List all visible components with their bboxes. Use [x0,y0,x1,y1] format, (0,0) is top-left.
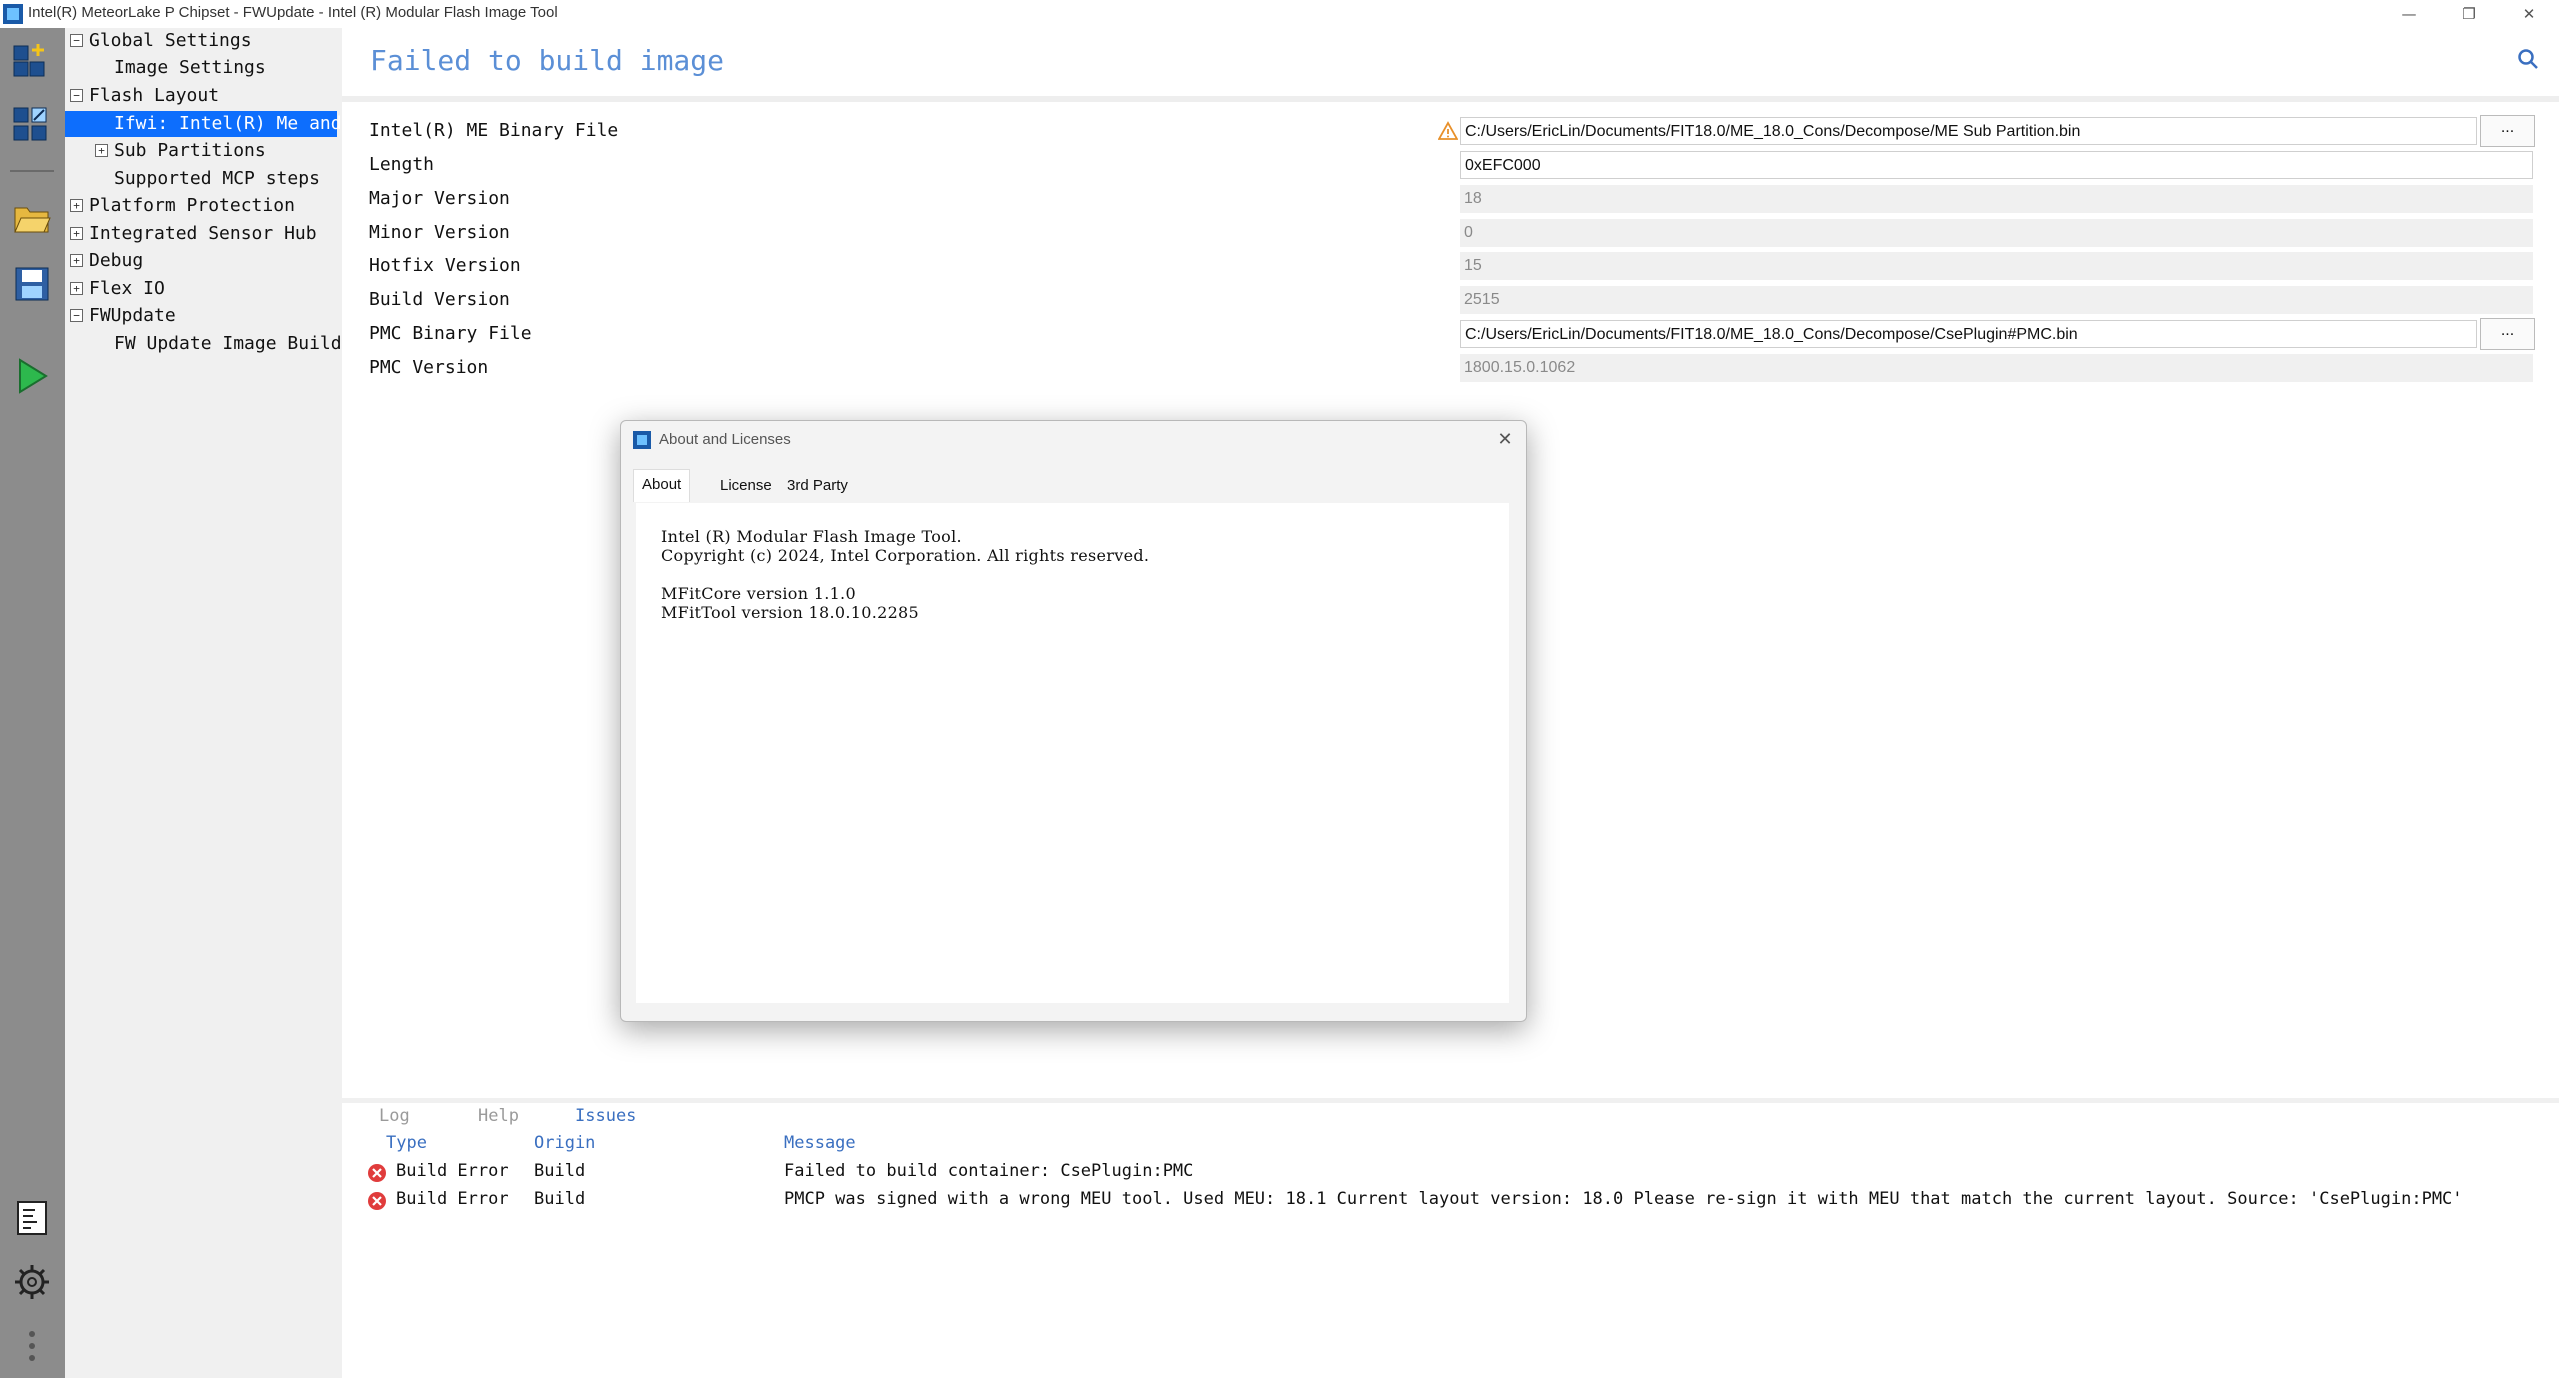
expand-toggle[interactable]: + [70,282,83,295]
dialog-title: About and Licenses [659,431,791,448]
prop-label-build-version: Build Version [369,289,510,310]
prop-label-pmc-binary-file: PMC Binary File [369,323,532,344]
tab-3rd-party[interactable]: 3rd Party [779,471,856,501]
error-icon [368,1192,386,1210]
tab-issues[interactable]: Issues [575,1106,636,1126]
expand-toggle[interactable]: + [70,254,83,267]
tree-item-image-settings[interactable]: Image Settings [65,55,342,81]
expand-toggle[interactable]: + [70,199,83,212]
warning-icon [1438,121,1458,140]
tree-item-label: FW Update Image Build [114,333,342,354]
column-header-type[interactable]: Type [386,1133,427,1153]
save-icon[interactable] [12,264,52,304]
new-project-icon[interactable] [12,40,52,80]
expand-toggle[interactable]: + [95,144,108,157]
collapse-toggle[interactable]: − [70,89,83,102]
collapse-toggle[interactable]: − [70,309,83,322]
browse-me-binary-button[interactable]: ... [2480,115,2535,147]
tree-item-global-settings[interactable]: − Global Settings [65,28,342,54]
issue-origin: Build [534,1161,586,1181]
issue-message: Failed to build container: CsePlugin:PMC [784,1161,1194,1181]
tree-item-sub-partitions[interactable]: + Sub Partitions [65,138,342,164]
tree-item-fwupdate[interactable]: − FWUpdate [65,303,342,329]
dialog-close-button[interactable]: ✕ [1492,427,1518,453]
tree-item-label: Global Settings [89,30,252,51]
tab-help[interactable]: Help [478,1106,519,1126]
tree-item-label: Integrated Sensor Hub [89,223,317,244]
tree-item-fw-update-image-build[interactable]: FW Update Image Build [65,331,342,357]
column-header-message[interactable]: Message [784,1133,856,1153]
about-tool-version-line: MFitTool version 18.0.10.2285 [661,603,920,622]
tab-license[interactable]: License [712,471,780,501]
issue-type: Build Error [396,1189,509,1209]
major-version-value: 18 [1460,185,2533,213]
collapse-toggle[interactable]: − [70,34,83,47]
minimize-button[interactable]: — [2380,0,2438,28]
main-header: Failed to build image [342,28,2559,96]
prop-label-minor-version: Minor Version [369,222,510,243]
tree-item-debug[interactable]: + Debug [65,248,342,274]
minor-version-value: 0 [1460,219,2533,247]
log-icon[interactable] [12,1198,52,1238]
prop-label-pmc-version: PMC Version [369,357,489,378]
about-product-line: Intel (R) Modular Flash Image Tool. [661,527,962,546]
run-build-icon[interactable] [12,356,52,396]
tree-item-label: Supported MCP steps [114,168,320,189]
left-toolbar [0,28,65,1378]
about-core-version-line: MFitCore version 1.1.0 [661,584,856,603]
browse-pmc-binary-button[interactable]: ... [2480,318,2535,350]
me-binary-file-input[interactable]: C:/Users/EricLin/Documents/FIT18.0/ME_18… [1460,117,2477,145]
search-icon[interactable] [2517,48,2539,70]
issue-origin: Build [534,1189,586,1209]
page-title: Failed to build image [370,44,725,77]
prop-label-major-version: Major Version [369,188,510,209]
app-icon [3,4,23,24]
tree-item-label: Sub Partitions [114,140,266,161]
settings-tree: − Global Settings Image Settings − Flash… [65,28,342,1378]
close-window-button[interactable]: ✕ [2500,0,2558,28]
tree-item-label: Ifwi: Intel(R) Me and [114,113,342,134]
tree-item-integrated-sensor-hub[interactable]: + Integrated Sensor Hub [65,221,342,247]
tree-item-supported-mcp-steps[interactable]: Supported MCP steps [65,166,342,192]
tab-about[interactable]: About [633,469,691,502]
tree-item-platform-protection[interactable]: + Platform Protection [65,193,342,219]
layout-icon[interactable] [12,104,52,144]
open-folder-icon[interactable] [12,198,52,238]
about-dialog: About and Licenses ✕ About License 3rd P… [620,420,1527,1022]
prop-label-hotfix-version: Hotfix Version [369,255,521,276]
dialog-app-icon [633,431,651,449]
build-version-value: 2515 [1460,286,2533,314]
tree-item-label: Flash Layout [89,85,220,106]
about-copyright-line: Copyright (c) 2024, Intel Corporation. A… [661,546,1150,565]
header-divider [342,96,2559,102]
tree-item-label: Debug [89,250,144,271]
expand-toggle[interactable]: + [70,227,83,240]
length-input[interactable]: 0xEFC000 [1460,151,2533,179]
restore-button[interactable]: ❐ [2440,0,2498,28]
tree-item-ifwi[interactable]: Ifwi: Intel(R) Me and [65,111,342,137]
column-header-origin[interactable]: Origin [534,1133,595,1153]
issue-message: PMCP was signed with a wrong MEU tool. U… [784,1189,2463,1209]
tree-item-flash-layout[interactable]: − Flash Layout [65,83,342,109]
title-bar: Intel(R) MeteorLake P Chipset - FWUpdate… [0,0,2559,28]
window-title: Intel(R) MeteorLake P Chipset - FWUpdate… [28,4,558,21]
prop-label-length: Length [369,154,435,175]
bottom-panel-divider [342,1098,2559,1103]
prop-label-me-binary-file: Intel(R) ME Binary File [369,120,619,141]
pmc-version-value: 1800.15.0.1062 [1460,354,2533,382]
more-options-icon[interactable] [12,1326,52,1366]
hotfix-version-value: 15 [1460,252,2533,280]
settings-gear-icon[interactable] [12,1262,52,1302]
error-icon [368,1164,386,1182]
tree-item-label: FWUpdate [89,305,176,326]
tree-item-label: Flex IO [89,278,165,299]
tree-item-label: Image Settings [114,57,266,78]
tab-log[interactable]: Log [379,1106,410,1126]
about-content: Intel (R) Modular Flash Image Tool. Copy… [636,503,1509,1003]
issue-type: Build Error [396,1161,509,1181]
tree-item-flex-io[interactable]: + Flex IO [65,276,342,302]
rail-separator [10,170,54,172]
pmc-binary-file-input[interactable]: C:/Users/EricLin/Documents/FIT18.0/ME_18… [1460,320,2477,348]
tree-item-label: Platform Protection [89,195,295,216]
